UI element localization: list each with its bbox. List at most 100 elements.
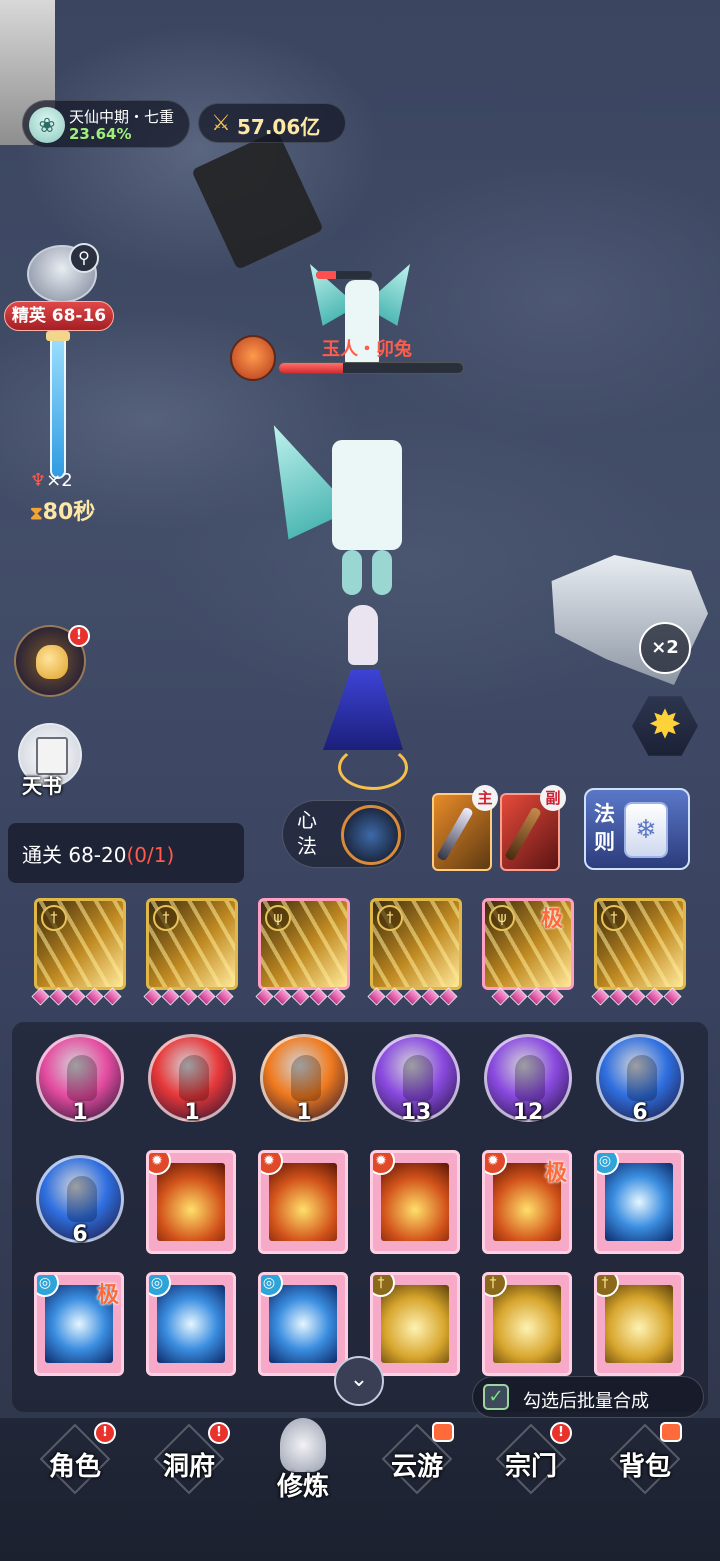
sword-emblem-icon: † [601,905,627,931]
star-gems [367,987,464,1008]
nav-label: 洞府 [162,1452,215,1482]
nav-label: 宗门 [504,1452,557,1482]
clear-goal-panel[interactable]: 通关 68-20(0/1) [8,823,244,883]
stage-search-button[interactable]: ⚲ [27,243,99,303]
blade-arc-art [381,1285,449,1363]
sub-weapon-slot[interactable]: 副 [500,785,566,871]
alert-badge: ! [208,1422,230,1444]
sword-icon [436,806,474,862]
orb-count: 13 [400,1100,432,1125]
nav-label: 修炼 [276,1472,329,1502]
metal-skill-card[interactable]: † [482,1272,572,1376]
metal-skill-card[interactable]: † [594,1272,684,1376]
hourglass-icon: ⧗ [30,503,43,524]
combat-power[interactable]: ⚔ 57.06亿 [198,103,346,143]
orb-count: 1 [72,1100,88,1125]
water-skill-card[interactable]: ◎ 极 [34,1272,124,1376]
gift-icon [660,1422,682,1442]
main-weapon-slot[interactable]: 主 [432,785,498,871]
reward-multiplier: ♆×2 [30,470,73,491]
realm-progress: 23.64% [69,125,132,143]
extreme-badge: 极 [541,907,564,932]
fire-skill-card[interactable]: ✹ [146,1150,236,1254]
stage-timer: ⧗80秒 [30,494,95,526]
equipped-skill-card[interactable]: † [594,898,686,990]
equipped-skill-card[interactable]: † [370,898,462,990]
extreme-badge: 极 [97,1283,120,1308]
water-skill-card[interactable]: ◎ [258,1272,348,1376]
nav-item-travel[interactable]: 云游 [362,1422,472,1518]
golden-dragon-art [605,1285,673,1363]
lucky-bag-button[interactable]: ! [14,625,90,697]
collapse-panel-button[interactable]: ⌄ [334,1356,384,1406]
realm-status[interactable]: ❀ 天仙中期・七重 23.64% [22,100,190,148]
fire-skill-card[interactable]: ✹ [370,1150,460,1254]
golden-burst-art [493,1285,561,1363]
nav-item-backpack[interactable]: 背包 [590,1422,700,1518]
ice-blades-art [269,1285,337,1363]
realm-name: 天仙中期・七重 [69,108,175,126]
mind-method-orb-icon [341,805,401,865]
clear-goal-progress: (0/1) [126,843,175,867]
equipped-skill-card[interactable]: † [34,898,126,990]
nav-item-sect[interactable]: 宗门 ! [476,1422,586,1518]
star-gems [31,987,128,1008]
money-bag-icon [36,645,68,679]
nav-item-cave[interactable]: 洞府 ! [134,1422,244,1518]
alert-badge: ! [94,1422,116,1444]
speed-toggle-button[interactable]: ×2 [639,622,691,674]
extreme-badge: 极 [545,1161,568,1186]
orb-count: 6 [72,1222,88,1247]
trident-emblem-icon: ψ [265,905,291,931]
gift-icon [432,1422,454,1442]
nav-label: 背包 [618,1452,671,1482]
cultivator-avatar-icon [280,1418,326,1472]
batch-merge-toggle[interactable]: ✓ 勾选后批量合成 [472,1376,704,1418]
star-skill-button[interactable]: ✸ [632,696,698,756]
bagua-art [157,1285,225,1363]
star-gems [255,987,352,1008]
mind-method-button[interactable]: 心法 [282,800,406,868]
chevron-down-icon: ⌄ [349,1367,369,1392]
equipped-skill-card[interactable]: ψ [258,898,350,990]
sword-emblem-icon: † [377,905,403,931]
sword-emblem-icon: † [153,905,179,931]
timer-value: 80秒 [42,500,96,525]
clear-goal-text: 通关 68-20(0/1) [22,843,175,867]
fire-skill-card[interactable]: ✹ 极 [482,1150,572,1254]
hanging-chains [191,130,324,270]
nav-item-cultivate[interactable]: 修炼 [248,1418,358,1518]
boss-name: 玉人・卯兔 [322,339,412,360]
heavenly-book-label: 天书 [22,774,62,798]
phoenix-art [157,1163,225,1241]
checkbox-checked-icon[interactable]: ✓ [483,1384,509,1410]
equipped-skill-card[interactable]: ψ 极 [482,898,574,990]
batch-merge-label: 勾选后批量合成 [523,1391,649,1412]
demon-icon: ♆ [30,470,47,491]
orb-count: 12 [512,1100,544,1125]
search-icon: ⚲ [69,243,99,273]
fire-skill-card[interactable]: ✹ [258,1150,348,1254]
alert-badge: ! [550,1422,572,1444]
law-button[interactable]: 法则 ❄ [584,788,690,870]
player-character [318,600,413,800]
nav-item-role[interactable]: 角色 ! [20,1422,130,1518]
pagoda-art [269,1163,337,1241]
star-gems [143,987,240,1008]
trident-emblem-icon: ψ [489,905,515,931]
nav-label: 云游 [390,1452,443,1482]
equipped-skill-card[interactable]: † [146,898,238,990]
boss-portrait-icon [230,335,276,381]
boss-hp-bar [278,362,464,374]
coin-vortex-art [605,1163,673,1241]
enemy-boss-jade-rabbit[interactable] [262,400,412,600]
metal-skill-card[interactable]: † [370,1272,460,1376]
staff-icon [504,806,542,862]
mind-method-label: 心法 [297,808,317,858]
stage-progress-bar [46,331,70,479]
star-gems [491,987,588,1008]
water-skill-card[interactable]: ◎ [594,1150,684,1254]
water-skill-card[interactable]: ◎ [146,1272,236,1376]
flame-art [381,1163,449,1241]
multiplier-value: ×2 [46,470,73,491]
